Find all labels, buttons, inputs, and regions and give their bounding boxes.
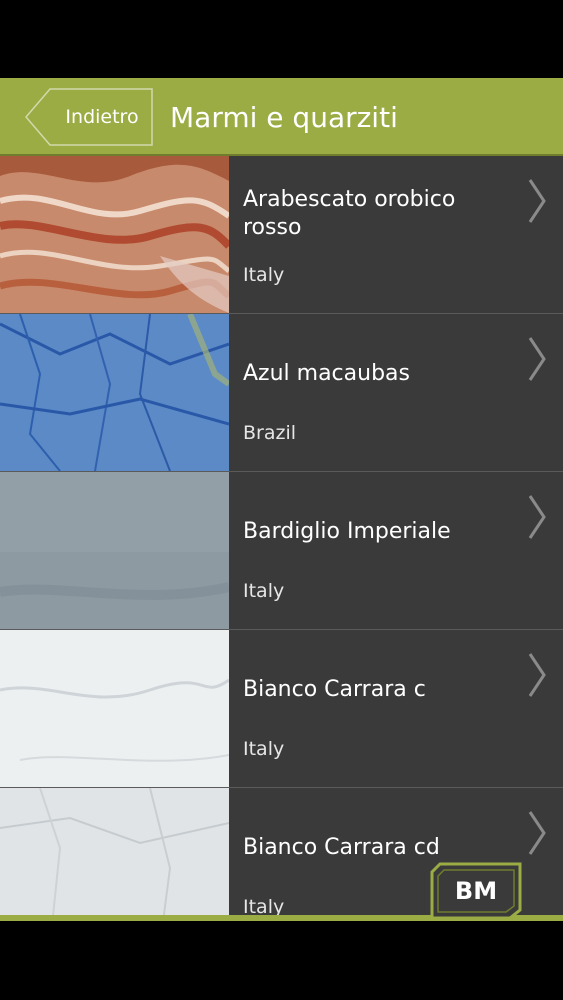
- chevron-right-icon: [528, 179, 546, 223]
- material-country: Italy: [243, 580, 285, 602]
- material-thumbnail: [0, 156, 229, 313]
- list-item[interactable]: Azul macaubas Brazil: [0, 314, 563, 472]
- back-button[interactable]: Indietro: [24, 88, 153, 146]
- material-thumbnail: [0, 472, 229, 629]
- material-list: Arabescato orobico rosso Italy Azul maca…: [0, 156, 563, 921]
- page-title: Marmi e quarziti: [170, 101, 398, 134]
- list-item[interactable]: Arabescato orobico rosso Italy: [0, 156, 563, 314]
- status-bar: [0, 0, 563, 78]
- material-name: Bardiglio Imperiale: [243, 519, 451, 544]
- material-name: Bianco Carrara cd: [243, 835, 440, 860]
- material-thumbnail: [0, 788, 229, 921]
- material-country: Italy: [243, 738, 285, 760]
- back-button-label: Indietro: [65, 106, 139, 128]
- list-item[interactable]: Bianco Carrara c Italy: [0, 630, 563, 788]
- material-name: Azul macaubas: [243, 361, 410, 386]
- logo-text: BM: [455, 877, 497, 905]
- material-name: Arabescato orobico rosso: [243, 187, 456, 240]
- material-thumbnail: [0, 630, 229, 787]
- navigation-bar: Indietro Marmi e quarziti: [0, 78, 563, 156]
- chevron-right-icon: [528, 653, 546, 697]
- bm-logo: BM: [430, 862, 522, 920]
- material-thumbnail: [0, 314, 229, 471]
- material-country: Brazil: [243, 422, 297, 444]
- material-name: Bianco Carrara c: [243, 677, 426, 702]
- chevron-right-icon: [528, 337, 546, 381]
- chevron-right-icon: [528, 811, 546, 855]
- chevron-right-icon: [528, 495, 546, 539]
- list-item[interactable]: Bardiglio Imperiale Italy: [0, 472, 563, 630]
- bottom-bar: [0, 921, 563, 1000]
- material-country: Italy: [243, 264, 285, 286]
